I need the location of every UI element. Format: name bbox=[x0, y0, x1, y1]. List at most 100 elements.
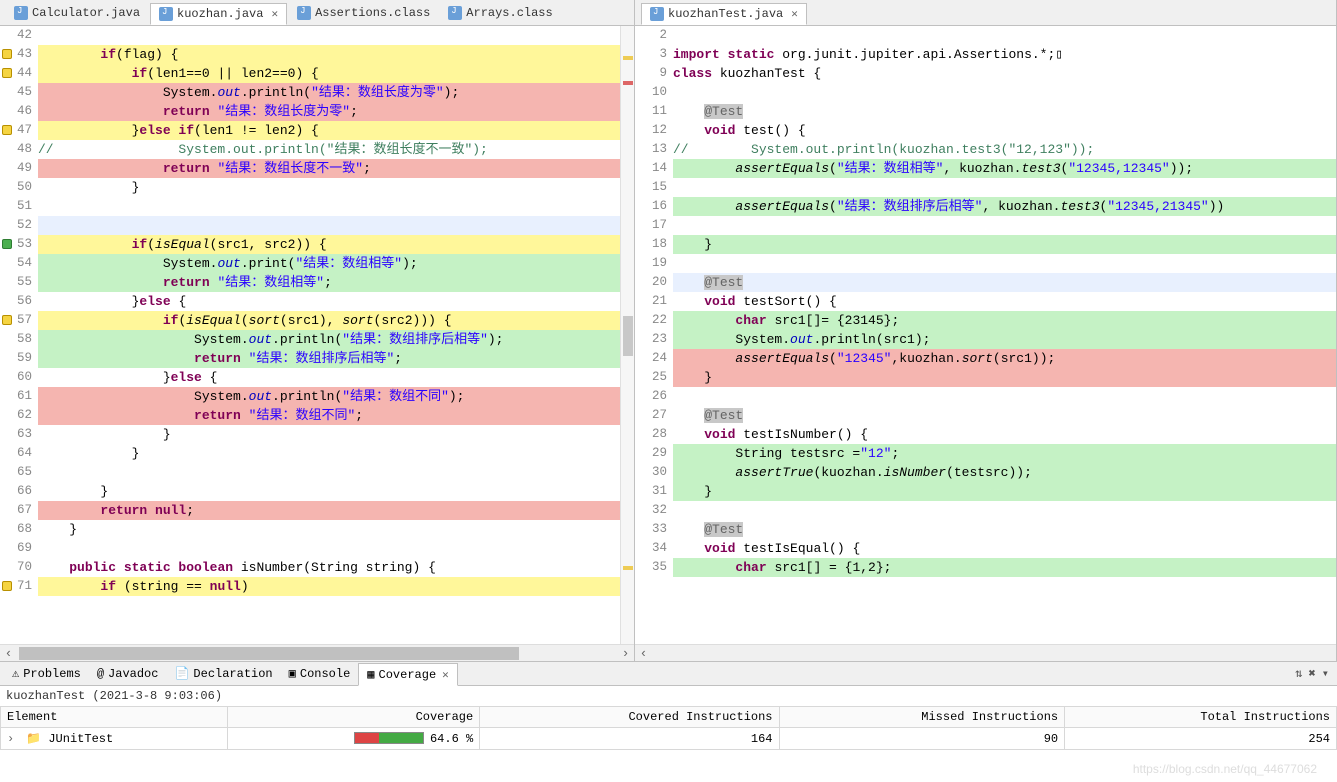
code-line[interactable]: import static org.junit.jupiter.api.Asse… bbox=[673, 45, 1336, 64]
code-line[interactable]: @Test bbox=[673, 520, 1336, 539]
code-line[interactable]: // System.out.println("结果：数组长度不一致"); bbox=[38, 140, 620, 159]
code-line[interactable]: } bbox=[38, 444, 620, 463]
code-line[interactable]: }else { bbox=[38, 368, 620, 387]
remove-icon[interactable]: ✖ bbox=[1309, 666, 1316, 681]
code-line[interactable]: public static boolean isNumber(String st… bbox=[38, 558, 620, 577]
code-line[interactable]: void testIsNumber() { bbox=[673, 425, 1336, 444]
java-file-icon bbox=[159, 7, 173, 21]
code-line[interactable] bbox=[673, 26, 1336, 45]
bottom-tab-console[interactable]: ▣ Console bbox=[281, 663, 359, 684]
code-line[interactable]: assertTrue(kuozhan.isNumber(testsrc)); bbox=[673, 463, 1336, 482]
code-line[interactable] bbox=[38, 26, 620, 45]
left-code-area[interactable]: 4243444546474849505152535455565758596061… bbox=[0, 26, 634, 644]
code-line[interactable] bbox=[38, 197, 620, 216]
col-missed-instructions[interactable]: Missed Instructions bbox=[779, 707, 1065, 728]
code-line[interactable]: } bbox=[673, 482, 1336, 501]
code-line[interactable]: return "结果：数组排序后相等"; bbox=[38, 349, 620, 368]
code-line[interactable]: if(isEqual(src1, src2)) { bbox=[38, 235, 620, 254]
code-line[interactable]: System.out.println("结果：数组排序后相等"); bbox=[38, 330, 620, 349]
left-hscrollbar[interactable]: ‹ › bbox=[0, 644, 634, 661]
left-code[interactable]: if(flag) { if(len1==0 || len2==0) { Syst… bbox=[38, 26, 620, 644]
code-line[interactable]: System.out.println("结果：数组长度为零"); bbox=[38, 83, 620, 102]
code-line[interactable]: } bbox=[38, 482, 620, 501]
tab-arrays-class[interactable]: Arrays.class bbox=[440, 3, 560, 23]
code-line[interactable] bbox=[673, 254, 1336, 273]
left-overview-ruler[interactable] bbox=[620, 26, 634, 644]
code-line[interactable]: assertEquals("结果：数组排序后相等", kuozhan.test3… bbox=[673, 197, 1336, 216]
console-icon: ▣ bbox=[289, 666, 296, 681]
scroll-right-icon[interactable]: › bbox=[617, 645, 634, 662]
tab-label: Arrays.class bbox=[466, 6, 552, 20]
code-line[interactable]: @Test bbox=[673, 102, 1336, 121]
code-line[interactable]: String testsrc ="12"; bbox=[673, 444, 1336, 463]
bottom-tab-declaration[interactable]: 📄 Declaration bbox=[166, 663, 280, 684]
code-line[interactable]: System.out.println(src1); bbox=[673, 330, 1336, 349]
code-line[interactable] bbox=[673, 501, 1336, 520]
code-line[interactable]: if (string == null) bbox=[38, 577, 620, 596]
code-line[interactable]: return null; bbox=[38, 501, 620, 520]
code-line[interactable]: } bbox=[38, 520, 620, 539]
code-line[interactable]: class kuozhanTest { bbox=[673, 64, 1336, 83]
code-line[interactable]: } bbox=[673, 368, 1336, 387]
code-line[interactable]: char src1[]= {23145}; bbox=[673, 311, 1336, 330]
code-line[interactable]: } bbox=[38, 425, 620, 444]
code-line[interactable]: } bbox=[38, 178, 620, 197]
right-hscrollbar[interactable]: ‹ bbox=[635, 644, 1336, 661]
code-line[interactable]: System.out.println("结果：数组不同"); bbox=[38, 387, 620, 406]
tab-kuozhan-java[interactable]: kuozhan.java✕ bbox=[150, 3, 287, 25]
close-icon[interactable]: ✕ bbox=[442, 668, 449, 682]
code-line[interactable]: char src1[] = {1,2}; bbox=[673, 558, 1336, 577]
col-element[interactable]: Element bbox=[1, 707, 228, 728]
tab-assertions-class[interactable]: Assertions.class bbox=[289, 3, 438, 23]
code-line[interactable]: void testIsEqual() { bbox=[673, 539, 1336, 558]
code-line[interactable]: @Test bbox=[673, 406, 1336, 425]
menu-icon[interactable]: ▾ bbox=[1322, 666, 1329, 681]
tab-calculator-java[interactable]: Calculator.java bbox=[6, 3, 148, 23]
code-line[interactable]: @Test bbox=[673, 273, 1336, 292]
code-line[interactable]: }else if(len1 != len2) { bbox=[38, 121, 620, 140]
code-line[interactable]: assertEquals("结果：数组相等", kuozhan.test3("1… bbox=[673, 159, 1336, 178]
code-line[interactable]: }else { bbox=[38, 292, 620, 311]
code-line[interactable]: return "结果：数组长度不一致"; bbox=[38, 159, 620, 178]
code-line[interactable]: if(isEqual(sort(src1), sort(src2))) { bbox=[38, 311, 620, 330]
right-code[interactable]: import static org.junit.jupiter.api.Asse… bbox=[673, 26, 1336, 644]
code-line[interactable]: if(flag) { bbox=[38, 45, 620, 64]
scroll-left-icon[interactable]: ‹ bbox=[635, 645, 652, 662]
code-line[interactable]: } bbox=[673, 235, 1336, 254]
code-line[interactable]: void testSort() { bbox=[673, 292, 1336, 311]
right-gutter: 2391011121314151617181920212223242526272… bbox=[635, 26, 673, 644]
expand-icon[interactable]: › bbox=[7, 732, 19, 746]
coverage-icon: ▦ bbox=[367, 667, 374, 682]
table-row[interactable]: › 📁 JUnitTest 64.6 % 164 90 254 bbox=[1, 728, 1337, 750]
code-line[interactable]: if(len1==0 || len2==0) { bbox=[38, 64, 620, 83]
col-total-instructions[interactable]: Total Instructions bbox=[1065, 707, 1337, 728]
right-code-area[interactable]: 2391011121314151617181920212223242526272… bbox=[635, 26, 1336, 644]
code-line[interactable]: assertEquals("12345",kuozhan.sort(src1))… bbox=[673, 349, 1336, 368]
col-covered-instructions[interactable]: Covered Instructions bbox=[480, 707, 779, 728]
link-icon[interactable]: ⇅ bbox=[1295, 666, 1302, 681]
code-line[interactable]: return "结果：数组不同"; bbox=[38, 406, 620, 425]
scroll-left-icon[interactable]: ‹ bbox=[0, 645, 17, 662]
code-line[interactable] bbox=[673, 178, 1336, 197]
code-line[interactable] bbox=[38, 216, 620, 235]
right-editor-pane: kuozhanTest.java✕ 2391011121314151617181… bbox=[635, 0, 1337, 661]
code-line[interactable] bbox=[38, 463, 620, 482]
code-line[interactable]: void test() { bbox=[673, 121, 1336, 140]
bottom-tab-problems[interactable]: ⚠ Problems bbox=[4, 663, 89, 684]
code-line[interactable]: System.out.print("结果：数组相等"); bbox=[38, 254, 620, 273]
bottom-tab-coverage[interactable]: ▦ Coverage✕ bbox=[358, 663, 457, 686]
col-coverage[interactable]: Coverage bbox=[228, 707, 480, 728]
code-line[interactable]: return "结果：数组长度为零"; bbox=[38, 102, 620, 121]
code-line[interactable] bbox=[38, 539, 620, 558]
bottom-tab-javadoc[interactable]: @ Javadoc bbox=[89, 664, 167, 684]
code-line[interactable] bbox=[673, 387, 1336, 406]
code-line[interactable]: return "结果：数组相等"; bbox=[38, 273, 620, 292]
code-line[interactable]: // System.out.println(kuozhan.test3("12,… bbox=[673, 140, 1336, 159]
close-icon[interactable]: ✕ bbox=[271, 7, 278, 21]
tab-kuozhantest-java[interactable]: kuozhanTest.java✕ bbox=[641, 3, 807, 25]
code-line[interactable] bbox=[673, 83, 1336, 102]
code-line[interactable] bbox=[673, 216, 1336, 235]
declaration-icon: 📄 bbox=[174, 666, 189, 681]
close-icon[interactable]: ✕ bbox=[791, 7, 798, 21]
scroll-thumb[interactable] bbox=[19, 647, 519, 660]
